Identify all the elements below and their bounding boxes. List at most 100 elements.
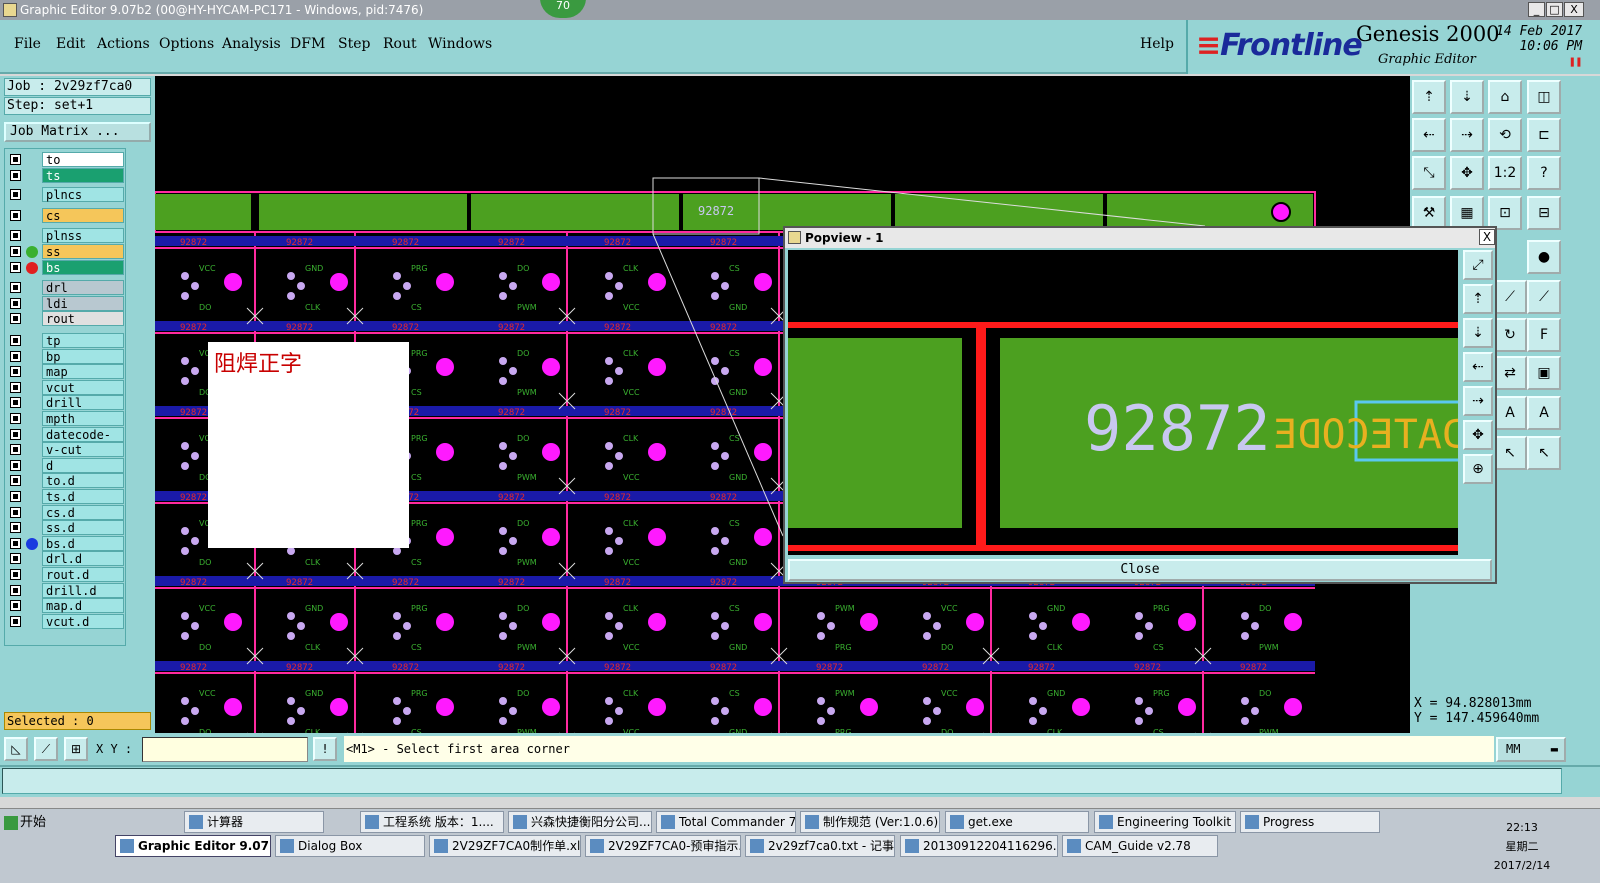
layer-checkbox[interactable] <box>10 491 21 502</box>
layer-row-plncs[interactable]: plncs <box>5 187 125 203</box>
menu-step[interactable]: Step <box>338 36 370 52</box>
tool-icon-extra-4[interactable]: F <box>1527 318 1561 352</box>
close-window-button[interactable]: X <box>1564 2 1584 17</box>
popview-close-x[interactable]: X <box>1479 229 1495 245</box>
layer-row-ts-d[interactable]: ts.d <box>5 489 125 504</box>
taskbar-item[interactable]: 制作规范 (Ver:1.0.6) <box>800 811 940 833</box>
layer-checkbox[interactable] <box>10 366 21 378</box>
menu-options[interactable]: Options <box>159 36 214 52</box>
clock[interactable]: 22:13 星期二 2017/2/14 <box>1492 818 1552 875</box>
layer-checkbox[interactable] <box>10 428 21 440</box>
layer-checkbox[interactable] <box>10 584 21 596</box>
layer-row-mpth[interactable]: mpth <box>5 411 125 426</box>
grid-icon[interactable]: ⊞ <box>64 737 88 761</box>
layer-row-ldi[interactable]: ldi <box>5 295 125 311</box>
taskbar-item[interactable]: Engineering Toolkit 9.... <box>1094 811 1236 833</box>
layer-checkbox[interactable] <box>10 154 21 165</box>
taskbar-item[interactable]: Dialog Box <box>275 835 425 857</box>
menu-help[interactable]: Help <box>1140 36 1174 52</box>
alert-icon[interactable]: ! <box>313 737 337 761</box>
layer-checkbox[interactable] <box>10 335 21 346</box>
tool-icon-2[interactable]: ⇣ <box>1450 80 1484 114</box>
tool-icon-extra-1[interactable]: ● <box>1527 240 1561 274</box>
popview-canvas[interactable]: 92872 DATECODE <box>788 250 1458 555</box>
layer-row-v-cut[interactable]: v-cut <box>5 442 125 458</box>
tool-icon-6[interactable]: ⇢ <box>1450 118 1484 152</box>
layer-row-cs-d[interactable]: cs.d <box>5 504 125 520</box>
layer-row-drl[interactable]: drl <box>5 280 125 296</box>
tool-icon-5[interactable]: ⇠ <box>1412 118 1446 152</box>
taskbar-item[interactable]: 2V29ZF7CA0制作单.xls ... <box>429 835 581 857</box>
tool-icon-3[interactable]: ⌂ <box>1488 80 1522 114</box>
taskbar-item[interactable]: 工程系统 版本：1.... <box>360 811 504 833</box>
tool-icon-extra-5[interactable]: ↻ <box>1493 318 1527 352</box>
popview-tool-icon-6[interactable]: ✥ <box>1463 420 1493 450</box>
layer-checkbox[interactable] <box>10 350 21 362</box>
tool-icon-extra-10[interactable]: ↖ <box>1527 436 1561 470</box>
layer-checkbox[interactable] <box>10 506 21 518</box>
zoom-area-icon[interactable]: ◺ <box>4 737 28 761</box>
layer-checkbox[interactable] <box>10 615 21 627</box>
layer-row-ss[interactable]: ss <box>5 244 125 259</box>
layer-checkbox[interactable] <box>10 209 21 221</box>
layer-checkbox[interactable] <box>10 169 21 181</box>
layer-checkbox[interactable] <box>10 313 21 325</box>
tool-icon-1[interactable]: ⇡ <box>1412 80 1446 114</box>
taskbar-item[interactable]: get.exe <box>945 811 1089 833</box>
menu-edit[interactable]: Edit <box>56 36 85 52</box>
taskbar-item[interactable]: Graphic Editor 9.07b2 ... <box>115 835 271 857</box>
layer-row-rout[interactable]: rout <box>5 311 125 327</box>
layer-row-vcut-d[interactable]: vcut.d <box>5 613 125 629</box>
layer-row-vcut[interactable]: vcut <box>5 379 125 395</box>
menu-dfm[interactable]: DFM <box>290 36 325 52</box>
layer-row-to[interactable]: to <box>5 152 125 167</box>
menu-rout[interactable]: Rout <box>383 36 417 52</box>
tool-icon-14[interactable]: ▦ <box>1450 196 1484 230</box>
tool-icon-12[interactable]: ? <box>1527 156 1561 190</box>
tool-icon-15[interactable]: ⊡ <box>1488 196 1522 230</box>
maximize-button[interactable]: □ <box>1546 2 1563 17</box>
layer-row-drill[interactable]: drill <box>5 395 125 411</box>
menu-file[interactable]: File <box>14 36 41 52</box>
tool-icon-extra-2[interactable]: ⟋ <box>1527 280 1561 314</box>
layer-checkbox[interactable] <box>10 475 21 487</box>
layer-checkbox[interactable] <box>10 246 21 257</box>
menu-actions[interactable]: Actions <box>97 36 150 52</box>
taskbar-item[interactable]: 兴森快捷衡阳分公司... <box>508 811 652 833</box>
layer-checkbox[interactable] <box>10 230 21 242</box>
taskbar-item[interactable]: 2V29ZF7CA0-预审指示.... <box>585 835 741 857</box>
taskbar-item[interactable]: 20130912204116296.rtf... <box>900 835 1058 857</box>
layer-row-drl-d[interactable]: drl.d <box>5 551 125 567</box>
layer-row-ss-d[interactable]: ss.d <box>5 520 125 536</box>
tool-icon-extra-3[interactable]: ⟋ <box>1493 280 1527 314</box>
popview-tool-icon-4[interactable]: ⇠ <box>1463 352 1493 382</box>
tool-icon-11[interactable]: 1:2 <box>1488 156 1522 190</box>
layer-row-bs[interactable]: bs <box>5 259 125 275</box>
tool-icon-extra-7[interactable]: ⇄ <box>1493 356 1527 390</box>
popview-tool-icon-2[interactable]: ⇡ <box>1463 284 1493 314</box>
layer-row-cs[interactable]: cs <box>5 207 125 223</box>
popview-tool-icon-7[interactable]: ⊕ <box>1463 454 1493 484</box>
taskbar-item[interactable]: Progress <box>1240 811 1380 833</box>
menu-analysis[interactable]: Analysis <box>222 36 281 52</box>
tool-icon-8[interactable]: ⊏ <box>1527 118 1561 152</box>
layer-row-map-d[interactable]: map.d <box>5 598 125 614</box>
taskbar-item[interactable]: 2v29zf7ca0.txt - 记事本 <box>745 835 895 857</box>
taskbar-item[interactable]: 计算器 <box>184 811 324 833</box>
menu-windows[interactable]: Windows <box>428 36 492 52</box>
popview-tool-icon-5[interactable]: ⇢ <box>1463 386 1493 416</box>
layer-row-map[interactable]: map <box>5 364 125 380</box>
layer-row-drill-d[interactable]: drill.d <box>5 582 125 598</box>
popview-tool-icon-3[interactable]: ⇣ <box>1463 318 1493 348</box>
layer-checkbox[interactable] <box>10 397 21 409</box>
tool-icon-extra-9[interactable]: A <box>1493 396 1527 430</box>
layer-row-to-d[interactable]: to.d <box>5 473 125 489</box>
layer-checkbox[interactable] <box>10 413 21 424</box>
layer-checkbox[interactable] <box>10 569 21 580</box>
tool-icon-9[interactable]: ⤡ <box>1412 156 1446 190</box>
layer-row-rout-d[interactable]: rout.d <box>5 567 125 582</box>
tool-icon-7[interactable]: ⟲ <box>1488 118 1522 152</box>
layer-checkbox[interactable] <box>10 553 21 565</box>
tool-icon-10[interactable]: ✥ <box>1450 156 1484 190</box>
layer-checkbox[interactable] <box>10 537 21 549</box>
